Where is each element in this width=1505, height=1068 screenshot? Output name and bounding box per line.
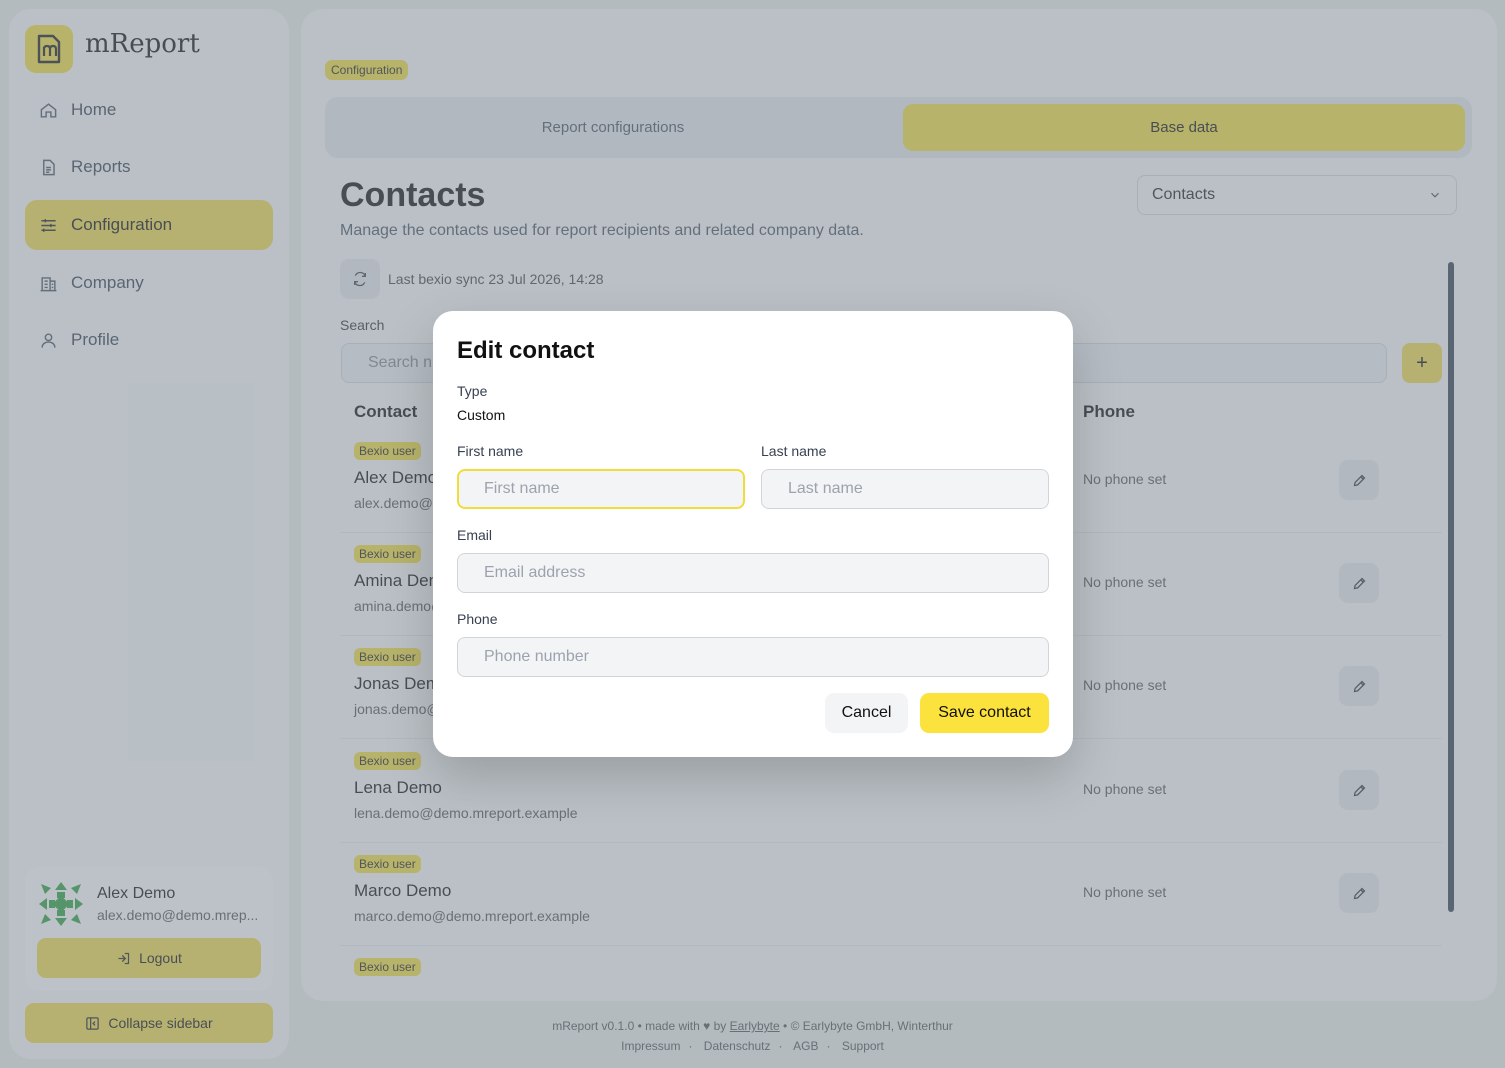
last-name-label: Last name [761,443,827,459]
email-field[interactable]: Email address [457,553,1049,593]
type-value: Custom [457,407,506,423]
first-name-input[interactable]: First name [457,469,745,509]
type-label: Type [457,383,488,399]
cancel-button[interactable]: Cancel [825,693,908,733]
email-label: Email [457,527,493,543]
last-name-input[interactable]: Last name [761,469,1049,509]
phone-label: Phone [457,611,498,627]
edit-contact-dialog: Edit contact Type Custom First name Firs… [433,311,1073,757]
phone-field[interactable]: Phone number [457,637,1049,677]
first-name-label: First name [457,443,524,459]
save-contact-button[interactable]: Save contact [920,693,1049,733]
dialog-title: Edit contact [457,337,595,364]
